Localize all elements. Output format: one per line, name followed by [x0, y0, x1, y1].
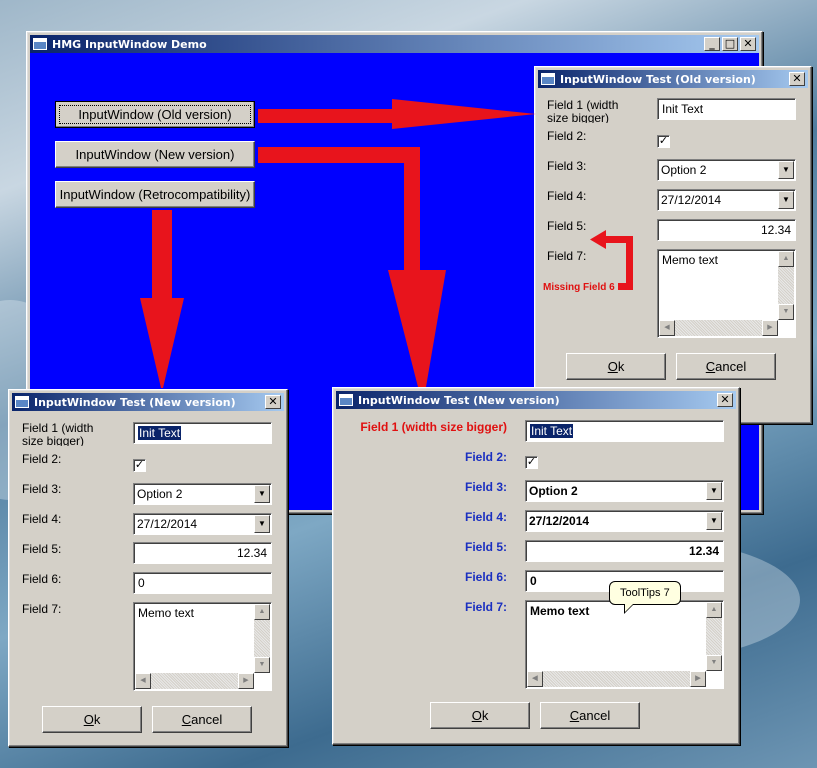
arrow-to-styled-dialog-shaft-v [404, 147, 420, 277]
missing-field-hook-v [626, 236, 633, 290]
missing-field-hook-head [590, 230, 606, 249]
arrow-to-old-dialog-head [392, 99, 536, 129]
arrow-to-styled-dialog-head [388, 270, 446, 387]
missing-field-annotation: Missing Field 6 [543, 282, 615, 293]
arrow-to-new-dialog-shaft [152, 210, 172, 300]
missing-field-hook-b [618, 283, 633, 290]
annotation-arrows [140, 99, 633, 388]
missing-field-hook-h [605, 236, 633, 243]
arrow-to-old-dialog-shaft [258, 109, 398, 123]
arrow-to-styled-dialog-shaft-h [258, 147, 418, 163]
arrow-to-new-dialog-head [140, 298, 184, 388]
